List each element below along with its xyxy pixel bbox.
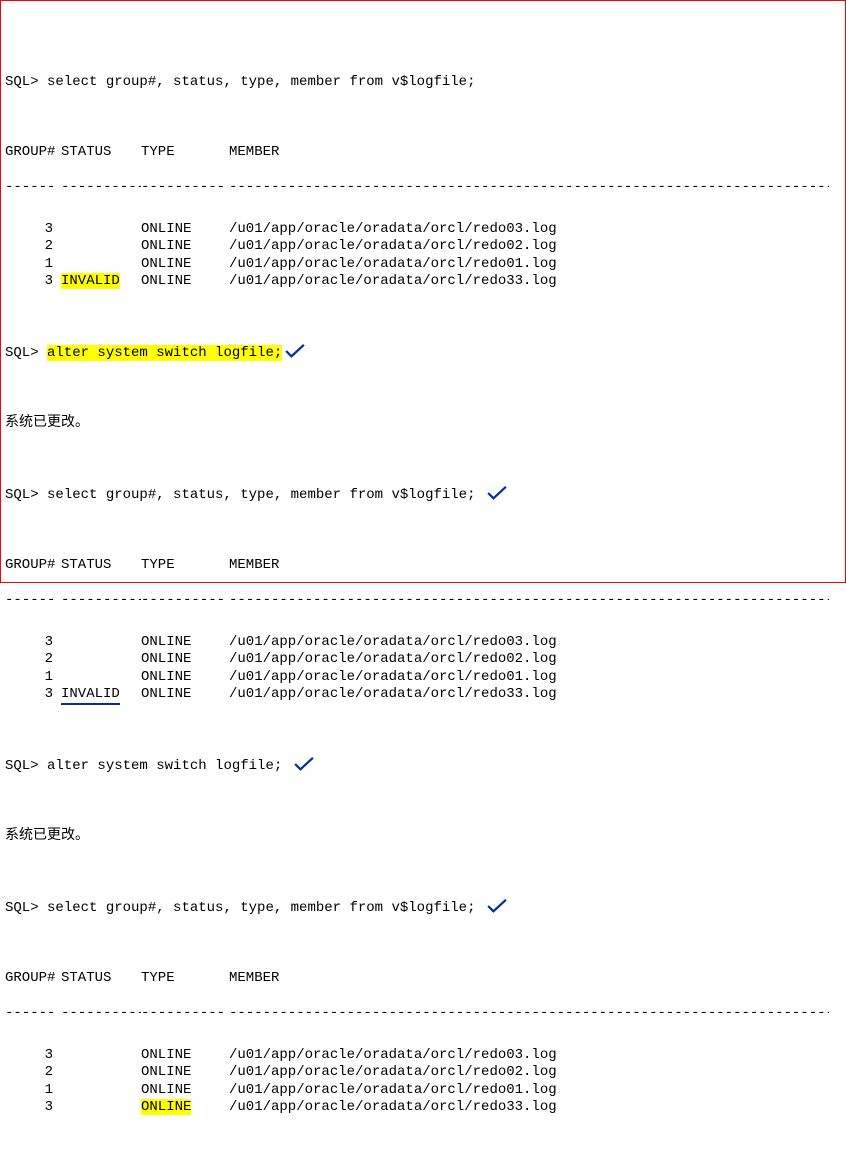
sql-line: SQL> select group#, status, type, member… (5, 485, 841, 505)
col-header-status: STATUS (53, 144, 141, 162)
cell-group: 2 (5, 651, 53, 669)
table-row: 3INVALIDONLINE/u01/app/oracle/oradata/or… (5, 686, 841, 704)
table-row: 2 ONLINE/u01/app/oracle/oradata/orcl/redo… (5, 238, 841, 256)
cell-member: /u01/app/oracle/oradata/orcl/redo01.log (229, 1082, 557, 1100)
cell-group: 2 (5, 238, 53, 256)
cell-type: ONLINE (141, 256, 229, 274)
table-divider-row: ----------------------------------------… (5, 1005, 841, 1029)
table-row: 1 ONLINE/u01/app/oracle/oradata/orcl/redo… (5, 1082, 841, 1100)
cell-type: ONLINE (141, 238, 229, 256)
result-table-3: 3 ONLINE/u01/app/oracle/oradata/orcl/redo… (5, 1047, 841, 1117)
cell-type: ONLINE (141, 273, 229, 291)
check-icon (486, 898, 508, 918)
sql-command: select group#, status, type, member from… (47, 487, 475, 503)
table-row: 3 ONLINE/u01/app/oracle/oradata/orcl/redo… (5, 1099, 841, 1117)
cell-group: 2 (5, 1064, 53, 1082)
cell-group: 3 (5, 634, 53, 652)
sql-line: SQL> select group#, status, type, member… (5, 74, 841, 92)
sql-command: alter system switch logfile; (47, 758, 282, 774)
cell-type: ONLINE (141, 1047, 229, 1065)
result-table-1: 3 ONLINE/u01/app/oracle/oradata/orcl/redo… (5, 221, 841, 291)
cell-type: ONLINE (141, 634, 229, 652)
cell-member: /u01/app/oracle/oradata/orcl/redo03.log (229, 221, 557, 239)
system-message: 系统已更改。 (5, 415, 841, 433)
table-divider-row: ----------------------------------------… (5, 179, 841, 203)
table-row: 2 ONLINE/u01/app/oracle/oradata/orcl/redo… (5, 651, 841, 669)
table-row: 3INVALIDONLINE/u01/app/oracle/oradata/or… (5, 273, 841, 291)
cell-group: 3 (5, 273, 53, 291)
check-icon (284, 343, 306, 363)
cell-status: INVALID (53, 686, 141, 704)
cell-member: /u01/app/oracle/oradata/orcl/redo02.log (229, 651, 557, 669)
cell-member: /u01/app/oracle/oradata/orcl/redo01.log (229, 256, 557, 274)
cell-type: ONLINE (141, 651, 229, 669)
sql-command: select group#, status, type, member from… (47, 900, 475, 916)
cell-member: /u01/app/oracle/oradata/orcl/redo01.log (229, 669, 557, 687)
col-header-member: MEMBER (229, 144, 279, 162)
cell-type: ONLINE (141, 221, 229, 239)
cell-type: ONLINE (141, 1082, 229, 1100)
col-header-type: TYPE (141, 144, 229, 162)
sql-command-highlighted: alter system switch logfile; (47, 345, 282, 361)
cell-type: ONLINE (141, 1064, 229, 1082)
table-header-row: GROUP#STATUSTYPEMEMBER (5, 557, 841, 575)
check-icon (293, 756, 315, 776)
cell-member: /u01/app/oracle/oradata/orcl/redo02.log (229, 238, 557, 256)
sql-line: SQL> select group#, status, type, member… (5, 898, 841, 918)
cell-type: ONLINE (141, 669, 229, 687)
cell-member: /u01/app/oracle/oradata/orcl/redo02.log (229, 1064, 557, 1082)
table-divider-row: ----------------------------------------… (5, 592, 841, 616)
table-row: 2 ONLINE/u01/app/oracle/oradata/orcl/redo… (5, 1064, 841, 1082)
sql-line: SQL> alter system switch logfile; (5, 756, 841, 776)
cell-member: /u01/app/oracle/oradata/orcl/redo03.log (229, 1047, 557, 1065)
table-row: 3 ONLINE/u01/app/oracle/oradata/orcl/redo… (5, 1047, 841, 1065)
cell-group: 1 (5, 1082, 53, 1100)
result-table-2: 3 ONLINE/u01/app/oracle/oradata/orcl/redo… (5, 634, 841, 704)
cell-type: ONLINE (141, 686, 229, 704)
cell-group: 3 (5, 1047, 53, 1065)
sql-prompt: SQL> (5, 900, 39, 916)
cell-member: /u01/app/oracle/oradata/orcl/redo33.log (229, 686, 557, 704)
sql-line: SQL> alter system switch logfile; (5, 343, 841, 363)
table-header-row: GROUP#STATUSTYPEMEMBER (5, 970, 841, 988)
cell-member: /u01/app/oracle/oradata/orcl/redo33.log (229, 1099, 557, 1117)
table-row: 3 ONLINE/u01/app/oracle/oradata/orcl/redo… (5, 634, 841, 652)
sql-prompt: SQL> (5, 345, 39, 361)
cell-member: /u01/app/oracle/oradata/orcl/redo33.log (229, 273, 557, 291)
table-row: 3 ONLINE/u01/app/oracle/oradata/orcl/redo… (5, 221, 841, 239)
sql-prompt: SQL> (5, 74, 39, 90)
cell-member: /u01/app/oracle/oradata/orcl/redo03.log (229, 634, 557, 652)
cell-group: 3 (5, 686, 53, 704)
check-icon (486, 485, 508, 505)
table-header-row: GROUP#STATUSTYPEMEMBER (5, 144, 841, 162)
col-header-group: GROUP# (5, 144, 53, 162)
sql-prompt: SQL> (5, 487, 39, 503)
cell-status: INVALID (53, 273, 141, 291)
sql-command: select group#, status, type, member from… (47, 74, 475, 90)
table-row: 1 ONLINE/u01/app/oracle/oradata/orcl/redo… (5, 669, 841, 687)
cell-group: 1 (5, 256, 53, 274)
sql-prompt: SQL> (5, 758, 39, 774)
cell-group: 3 (5, 1099, 53, 1117)
system-message: 系统已更改。 (5, 828, 841, 846)
cell-group: 1 (5, 669, 53, 687)
table-row: 1 ONLINE/u01/app/oracle/oradata/orcl/redo… (5, 256, 841, 274)
cell-group: 3 (5, 221, 53, 239)
cell-type: ONLINE (141, 1099, 229, 1117)
